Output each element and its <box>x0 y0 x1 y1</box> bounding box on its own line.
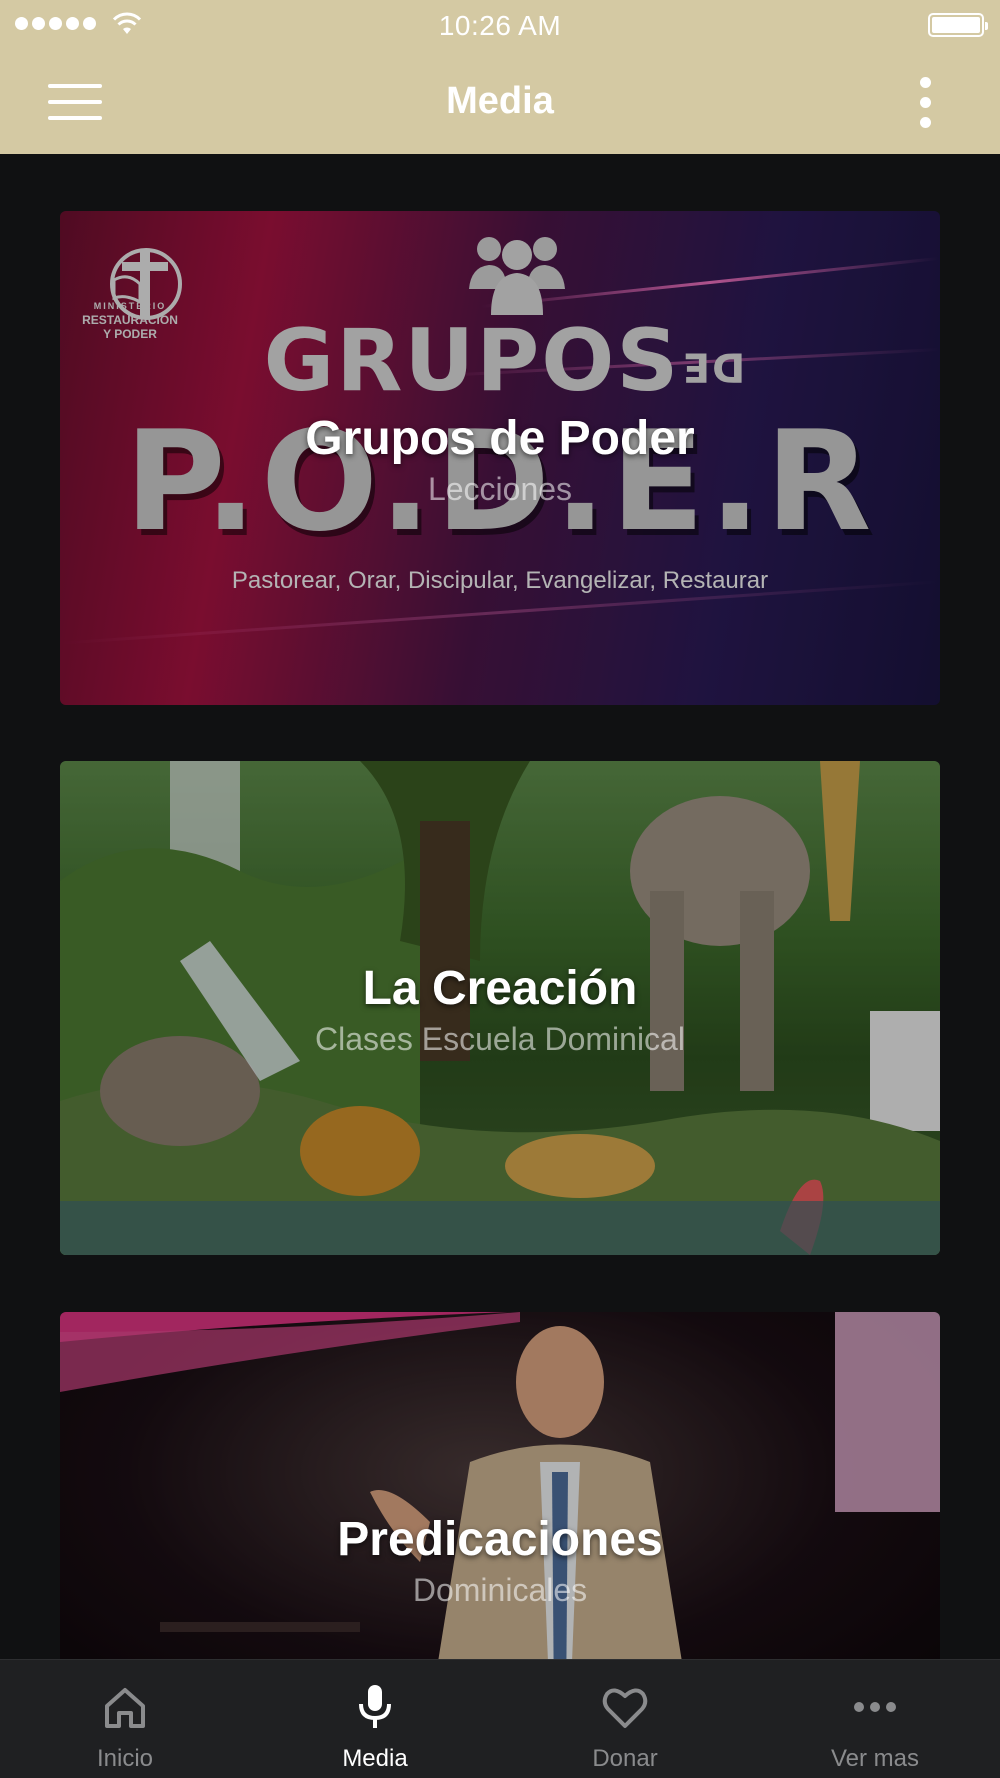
card-subtitle: Clases Escuela Dominical <box>315 1021 685 1057</box>
battery-icon <box>928 13 988 37</box>
tab-label: Donar <box>592 1745 658 1772</box>
tab-donar[interactable]: Donar <box>500 1660 750 1778</box>
status-bar: 10:26 AM <box>0 0 1000 50</box>
microphone-icon <box>359 1685 391 1728</box>
tab-media[interactable]: Media <box>250 1660 500 1778</box>
app-header: 10:26 AM Media <box>0 0 1000 154</box>
hamburger-menu-icon[interactable] <box>48 84 102 120</box>
media-card-grupos-de-poder[interactable]: MINISTERIO RESTAURACION Y PODER GRUPOSDE… <box>60 211 940 705</box>
card-title: Grupos de Poder <box>305 412 695 465</box>
more-horizontal-icon <box>854 1702 896 1712</box>
card-title: La Creación <box>362 962 638 1015</box>
navigation-bar: Media <box>0 50 1000 154</box>
home-icon <box>105 1688 145 1728</box>
card-title: Predicaciones <box>337 1513 663 1566</box>
media-card-la-creacion[interactable]: La Creación Clases Escuela Dominical <box>60 761 940 1255</box>
status-time: 10:26 AM <box>438 10 562 41</box>
card-subtitle: Dominicales <box>412 1572 588 1608</box>
media-feed[interactable]: MINISTERIO RESTAURACION Y PODER GRUPOSDE… <box>0 154 1000 1659</box>
media-card-predicaciones[interactable]: Predicaciones Dominicales <box>60 1312 940 1659</box>
tab-label: Inicio <box>96 1745 154 1772</box>
tab-inicio[interactable]: Inicio <box>0 1660 250 1778</box>
tab-label: Ver mas <box>830 1745 920 1772</box>
tab-ver-mas[interactable]: Ver mas <box>750 1660 1000 1778</box>
heart-icon <box>602 1688 648 1728</box>
card-subtitle: Lecciones <box>427 471 573 507</box>
more-vertical-icon[interactable] <box>916 77 936 129</box>
page-title: Media <box>446 80 554 122</box>
tab-label: Media <box>342 1745 408 1772</box>
bottom-tab-bar: Inicio Media Donar Ver mas <box>0 1659 1000 1778</box>
